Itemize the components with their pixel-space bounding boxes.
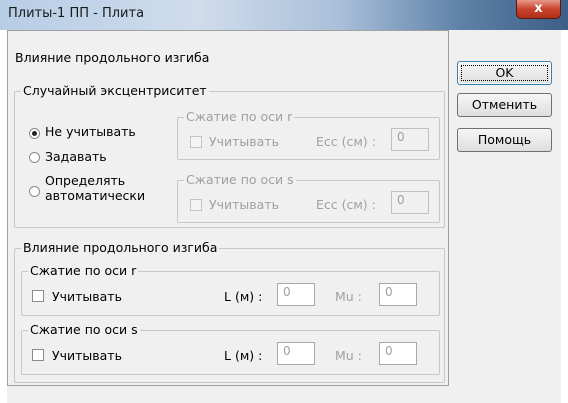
dialog-heading: Влияние продольного изгиба xyxy=(15,50,210,65)
ecc-s-consider-label: Учитывать xyxy=(209,197,279,212)
ecc-compression-s-legend: Сжатие по оси s xyxy=(184,172,296,187)
ecc-r-label: Ecc (см) : xyxy=(316,134,376,149)
buckling-r-mu-input[interactable]: 0 xyxy=(379,283,417,306)
buckling-s-consider-label: Учитывать xyxy=(52,348,122,363)
buckling-r-mu-label: Mu : xyxy=(335,289,362,304)
cancel-button-label: Отменить xyxy=(471,97,538,112)
buckling-s-consider-checkbox[interactable] xyxy=(32,349,44,361)
ecc-r-input[interactable]: 0 xyxy=(391,128,429,151)
help-button[interactable]: Помощь xyxy=(457,128,552,152)
ecc-r-consider-checkbox[interactable] xyxy=(190,136,202,148)
close-icon: x xyxy=(534,1,543,16)
close-button[interactable]: x xyxy=(516,0,561,19)
buckling-s-l-input[interactable]: 0 xyxy=(277,342,315,365)
ok-button[interactable]: OK xyxy=(457,61,552,85)
random-eccentricity-group: Случайный эксцентриситет Не учитывать За… xyxy=(14,83,445,228)
dialog-client-area: Влияние продольного изгиба Случайный экс… xyxy=(7,30,561,403)
buckling-r-consider-checkbox[interactable] xyxy=(32,290,44,302)
radio-specify-label: Задавать xyxy=(45,149,107,164)
buckling-s-mu-input[interactable]: 0 xyxy=(379,342,417,365)
window-title: Плиты-1 ПП - Плита xyxy=(8,6,145,21)
buckling-r-l-input[interactable]: 0 xyxy=(277,283,315,306)
ecc-compression-r-legend: Сжатие по оси r xyxy=(184,109,295,124)
buckling-s-mu-label: Mu : xyxy=(335,348,362,363)
ecc-compression-s-group: Сжатие по оси s Учитывать Ecc (см) : 0 xyxy=(177,172,440,223)
buckling-compression-s-group: Сжатие по оси s Учитывать L (м) : 0 Mu :… xyxy=(21,322,440,375)
ecc-s-input[interactable]: 0 xyxy=(391,191,429,214)
buckling-compression-r-legend: Сжатие по оси r xyxy=(28,263,139,278)
buckling-compression-s-legend: Сжатие по оси s xyxy=(28,322,140,337)
help-button-label: Помощь xyxy=(477,132,532,147)
buckling-group: Влияние продольного изгиба Сжатие по оси… xyxy=(14,240,445,383)
buckling-r-consider-label: Учитывать xyxy=(52,289,122,304)
radio-auto-label: Определять автоматически xyxy=(45,173,146,203)
radio-not-consider-label: Не учитывать xyxy=(45,124,136,139)
ecc-s-label: Ecc (см) : xyxy=(316,197,376,212)
random-eccentricity-legend: Случайный эксцентриситет xyxy=(21,83,209,98)
focus-rect xyxy=(461,65,548,81)
title-bar: Плиты-1 ПП - Плита x xyxy=(0,0,568,30)
radio-not-consider[interactable] xyxy=(29,128,40,139)
radio-specify[interactable] xyxy=(29,152,40,163)
ecc-compression-r-group: Сжатие по оси r Учитывать Ecc (см) : 0 xyxy=(177,109,440,160)
buckling-s-l-label: L (м) : xyxy=(224,348,263,363)
ecc-s-consider-checkbox[interactable] xyxy=(190,199,202,211)
ecc-r-consider-label: Учитывать xyxy=(209,134,279,149)
buckling-r-l-label: L (м) : xyxy=(224,289,263,304)
settings-panel: Влияние продольного изгиба Случайный экс… xyxy=(7,30,449,386)
buckling-legend: Влияние продольного изгиба xyxy=(21,240,220,255)
buckling-compression-r-group: Сжатие по оси r Учитывать L (м) : 0 Mu :… xyxy=(21,263,440,316)
radio-auto[interactable] xyxy=(29,186,40,197)
cancel-button[interactable]: Отменить xyxy=(457,93,552,117)
